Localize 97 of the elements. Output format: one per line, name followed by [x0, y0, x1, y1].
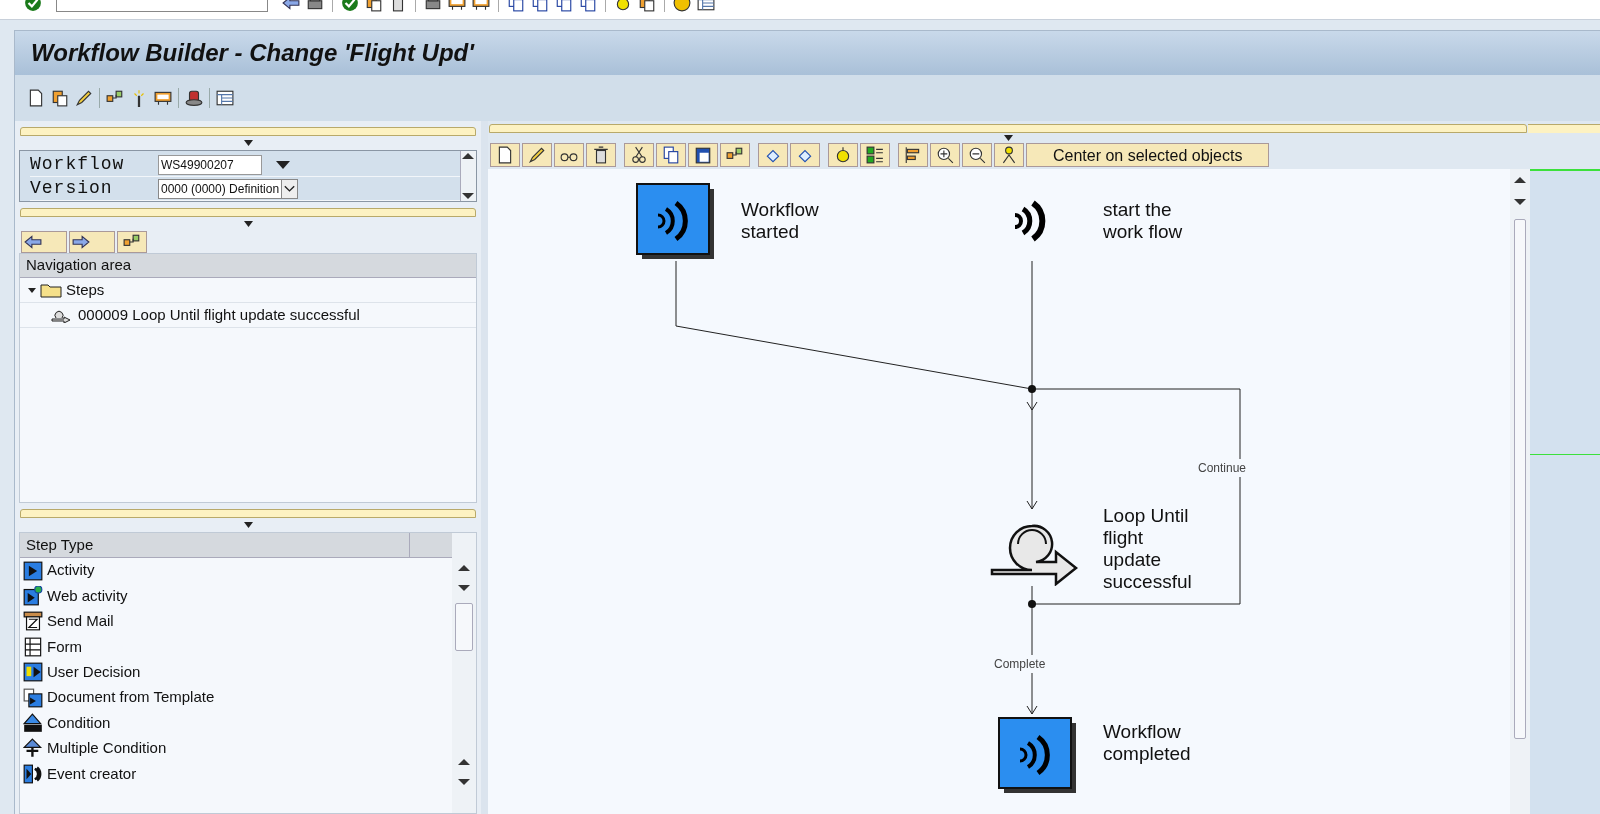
new-page-button[interactable] [490, 143, 520, 167]
step-type-icon [23, 636, 43, 657]
step-type-item[interactable]: Send Mail [20, 608, 452, 635]
scroll-thumb[interactable] [1514, 219, 1526, 739]
workflow-input-field[interactable]: WS49900207 [158, 154, 262, 175]
scroll-up-icon[interactable] [457, 563, 471, 573]
edge-label: Continue [1198, 459, 1247, 477]
scroll-down-icon[interactable] [1513, 197, 1527, 207]
step-type-item[interactable]: Form [20, 634, 452, 660]
zoom-out-button[interactable] [962, 143, 992, 167]
step-type-icon [23, 763, 43, 784]
step-type-item[interactable]: Multiple Condition [20, 735, 452, 762]
back-arrow-icon[interactable] [24, 233, 42, 251]
trash-button[interactable] [586, 143, 616, 167]
back-button[interactable] [21, 231, 67, 253]
grid-button[interactable] [860, 143, 890, 167]
event-icon[interactable] [998, 717, 1078, 795]
command-field[interactable] [56, 0, 268, 12]
node-label: start the work flow [1103, 199, 1183, 243]
bulb-icon[interactable] [834, 146, 852, 164]
scroll-down-icon[interactable] [461, 191, 475, 201]
node-label: Workflow completed [1103, 721, 1191, 765]
step-type-icon [23, 662, 43, 683]
edge-label: Complete [994, 655, 1046, 673]
field-label: Version [30, 177, 114, 200]
glasses-button[interactable] [554, 143, 584, 167]
version-select[interactable]: 0000 (0000) Definition [158, 178, 299, 199]
clipboard-icon[interactable] [694, 146, 712, 164]
redo-button[interactable] [790, 143, 820, 167]
new-page-icon[interactable] [496, 146, 514, 164]
scroll-up-icon[interactable] [461, 151, 475, 161]
tree-item[interactable]: 000009 Loop Until flight update successful [20, 303, 476, 328]
step-type-icon [23, 713, 43, 734]
trash-icon[interactable] [592, 146, 610, 164]
step-type-item[interactable]: Web activity [20, 583, 452, 609]
step-type-item[interactable]: Document from Template [20, 684, 452, 711]
new-page-icon[interactable] [27, 89, 45, 107]
step-type-icon [23, 738, 43, 759]
chevron-down-icon[interactable] [281, 179, 298, 198]
copy-icon[interactable] [662, 146, 680, 164]
step-type-item[interactable]: Condition [20, 710, 452, 736]
step-type-item[interactable]: Event creator [20, 761, 452, 787]
step-type-icon [23, 687, 43, 708]
scrollbar[interactable] [460, 151, 476, 201]
align-icon[interactable] [904, 146, 922, 164]
scroll-up-icon[interactable] [457, 757, 471, 767]
copy-button[interactable] [656, 143, 686, 167]
field-label: Workflow [30, 153, 126, 176]
zoom-out-icon[interactable] [968, 146, 986, 164]
step-type-item[interactable]: User Decision [20, 659, 452, 685]
grid-icon[interactable] [866, 146, 884, 164]
dropdown-caret-icon[interactable] [276, 160, 290, 169]
step-type-item[interactable]: Activity [20, 558, 452, 584]
zoom-in-icon[interactable] [936, 146, 954, 164]
node-label: Workflow started [741, 199, 819, 243]
canvas-scrollbar[interactable] [1510, 169, 1530, 814]
scroll-down-icon[interactable] [457, 583, 471, 593]
documents-icon[interactable] [51, 89, 69, 107]
dropdown-caret-icon[interactable] [243, 522, 253, 528]
step-type-column-header: Step Type [20, 533, 410, 557]
align-button[interactable] [898, 143, 928, 167]
window-title: Workflow Builder - Change 'Flight Upd' [31, 38, 474, 68]
scissors-icon[interactable] [630, 146, 648, 164]
tree-button[interactable] [720, 143, 750, 167]
dropdown-caret-icon[interactable] [243, 221, 253, 227]
pencil-icon[interactable] [75, 89, 93, 107]
zoom-in-button[interactable] [930, 143, 960, 167]
list-scrollbar[interactable] [452, 533, 476, 813]
scroll-down-icon[interactable] [457, 777, 471, 787]
navigation-area-header: Navigation area [20, 254, 476, 278]
person-icon[interactable] [1000, 146, 1018, 164]
layout-button[interactable] [117, 231, 147, 253]
pencil-button[interactable] [522, 143, 552, 167]
folder-icon [40, 282, 62, 298]
clipboard-button[interactable] [688, 143, 718, 167]
bulb-button[interactable] [828, 143, 858, 167]
table-icon[interactable] [216, 89, 234, 107]
forward-arrow-icon[interactable] [72, 233, 90, 251]
step-type-icon [23, 611, 43, 632]
step-type-icon [23, 586, 43, 607]
hat-icon[interactable] [185, 89, 203, 107]
dropdown-caret-icon[interactable] [1003, 135, 1013, 141]
center-objects-button[interactable]: Center on selected objects [1026, 143, 1270, 167]
node-label: Loop Until flight update successful [1103, 505, 1192, 593]
tree-item[interactable]: Steps [20, 278, 476, 303]
scroll-thumb[interactable] [455, 603, 473, 651]
dropdown-caret-icon[interactable] [243, 140, 253, 146]
undo-button[interactable] [758, 143, 788, 167]
forward-button[interactable] [69, 231, 115, 253]
scroll-up-icon[interactable] [1513, 175, 1527, 185]
pencil-icon[interactable] [528, 146, 546, 164]
person-button[interactable] [994, 143, 1024, 167]
step-type-icon [23, 560, 43, 581]
expand-toggle-icon[interactable] [28, 286, 36, 294]
scissors-button[interactable] [624, 143, 654, 167]
screen-icon[interactable] [154, 89, 172, 107]
event-icon[interactable] [636, 183, 716, 261]
